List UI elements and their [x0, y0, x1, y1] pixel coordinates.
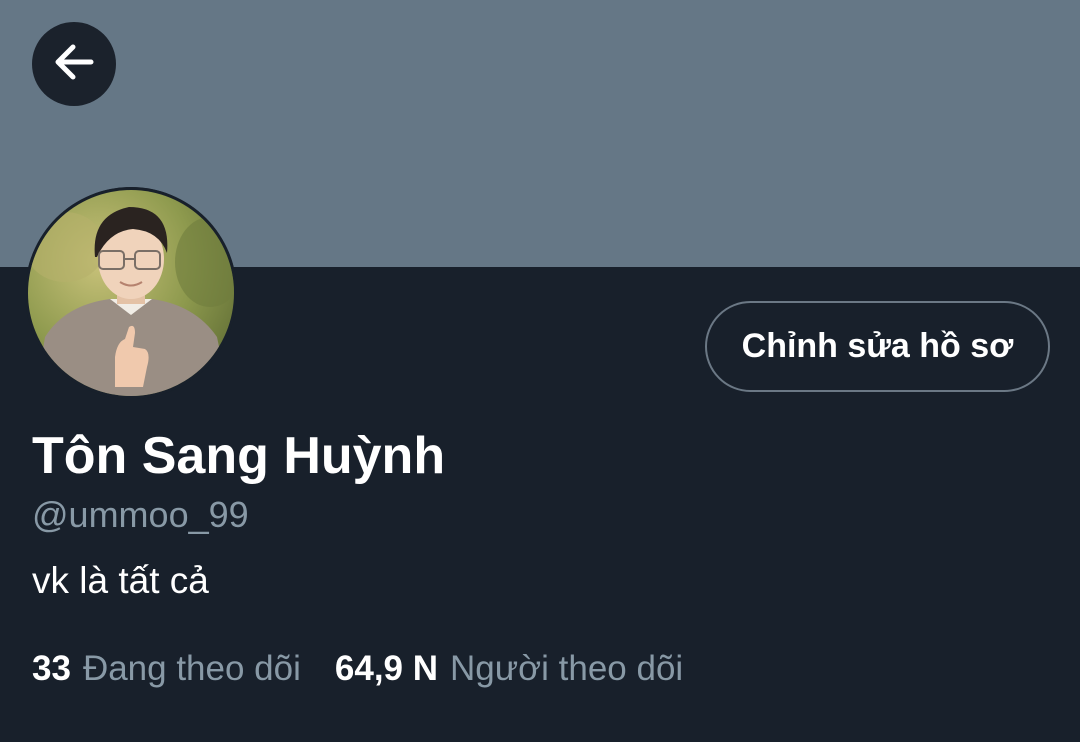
following-label: Đang theo dõi — [82, 649, 301, 688]
followers-label: Người theo dõi — [450, 649, 684, 688]
profile-avatar[interactable] — [25, 187, 237, 399]
followers-stat[interactable]: 64,9 N Người theo dõi — [335, 646, 683, 692]
display-name: Tôn Sang Huỳnh — [32, 427, 446, 485]
profile-bio: vk là tất cả — [32, 560, 209, 601]
username-handle: @ummoo_99 — [32, 494, 249, 535]
followers-count: 64,9 N — [334, 649, 439, 688]
back-button[interactable] — [32, 22, 116, 106]
following-count: 33 — [32, 649, 71, 688]
arrow-left-icon — [51, 39, 97, 90]
edit-profile-button[interactable]: Chỉnh sửa hồ sơ — [705, 301, 1050, 392]
profile-page: Chỉnh sửa hồ sơ Tôn Sang Huỳnh @ummoo_99… — [0, 0, 1080, 742]
following-stat[interactable]: 33 Đang theo dõi — [32, 646, 301, 692]
follow-stats: 33 Đang theo dõi 64,9 N Người theo dõi — [32, 646, 683, 692]
